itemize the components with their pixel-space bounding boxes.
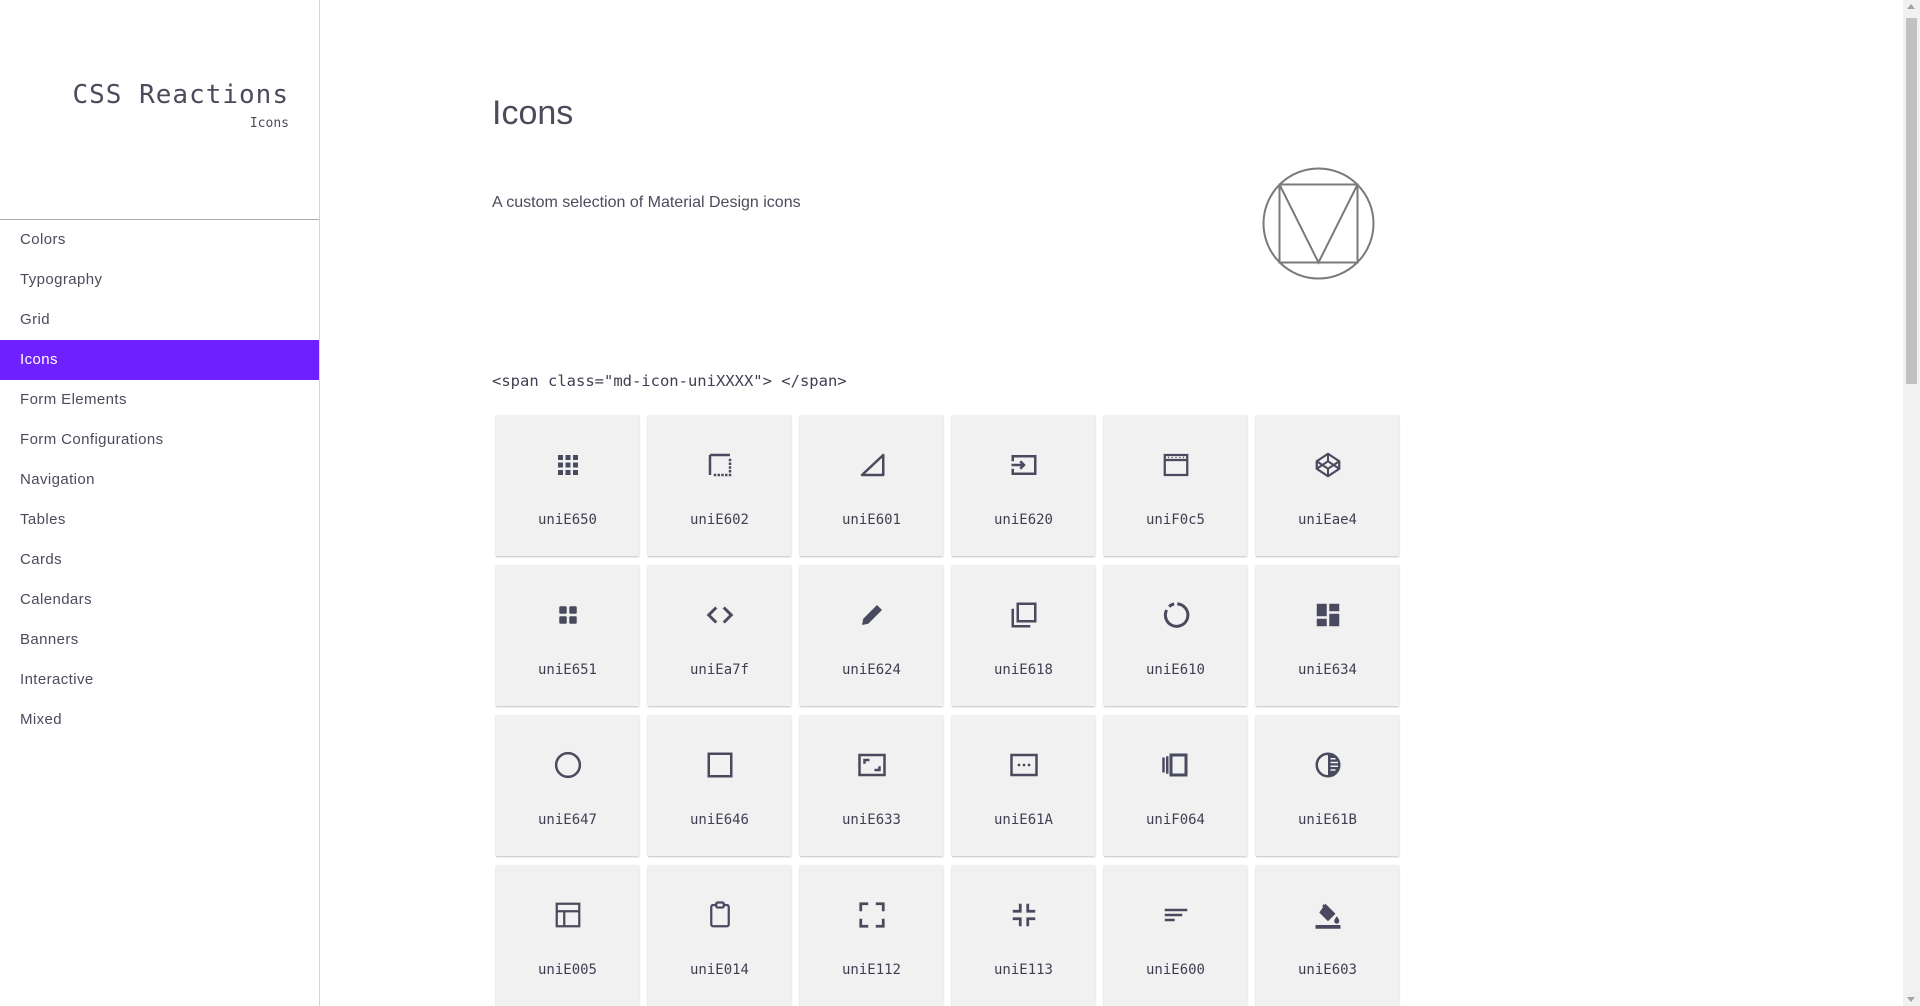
icon-tile-label: uniE602 [689,512,749,528]
icon-tile[interactable]: uniE112 [800,865,943,1006]
sidebar-item-navigation[interactable]: Navigation [0,460,319,500]
view-carousel-icon [1162,753,1188,777]
icon-tile[interactable]: uniE61A [952,715,1095,856]
icon-tile[interactable]: uniEa7f [648,565,791,706]
icon-tile[interactable]: uniF0c5 [1104,415,1247,556]
icon-tile-label: uniE647 [537,812,597,828]
icon-tile-label: uniE624 [841,662,901,678]
short-text-icon [1164,908,1188,922]
icon-tile-label: uniE600 [1145,962,1205,978]
icon-tile[interactable]: uniE61B [1256,715,1399,856]
dashboard-icon [1316,603,1340,627]
sidebar-item-calendars[interactable]: Calendars [0,580,319,620]
view-module-icon [559,606,577,624]
clipboard-icon [710,901,730,928]
circle-outline-icon [554,751,582,779]
sidebar-item-mixed[interactable]: Mixed [0,700,319,740]
icon-tile-label: uniE113 [993,962,1053,978]
icon-tile-label: uniE014 [689,962,749,978]
loading-ring-icon [1163,602,1190,628]
icon-tile-label: uniE651 [537,662,597,678]
icon-tile-label: uniE633 [841,812,901,828]
pencil-icon [862,605,882,625]
input-icon [1011,455,1037,475]
dots-box-icon [1010,753,1038,777]
scrollbar[interactable] [1903,0,1920,1006]
icon-tile-label: uniE601 [841,512,901,528]
icon-tile-label: uniF0c5 [1145,512,1205,528]
material-design-logo-icon [1262,167,1375,280]
icon-tile[interactable]: uniE005 [496,865,639,1006]
icon-tile[interactable]: uniE633 [800,715,943,856]
sidebar-item-colors[interactable]: Colors [0,220,319,260]
icon-tile[interactable]: uniE014 [648,865,791,1006]
scrollbar-thumb[interactable] [1906,18,1917,384]
browser-window-icon [1163,453,1189,477]
signal-triangle-icon [860,453,885,477]
layout-icon [555,902,581,928]
border-style-icon [708,453,732,477]
sidebar-item-banners[interactable]: Banners [0,620,319,660]
brand-subtitle: Icons [249,116,289,131]
code-icon [706,606,734,624]
codepen-icon [1315,452,1341,478]
sidebar-item-cards[interactable]: Cards [0,540,319,580]
icon-tile-label: uniEae4 [1297,512,1357,528]
sidebar-item-form-configurations[interactable]: Form Configurations [0,420,319,460]
icon-tile[interactable]: uniE603 [1256,865,1399,1006]
icon-tile-label: uniEa7f [689,662,749,678]
icon-tile-label: uniE618 [993,662,1053,678]
code-example: <span class="md-icon-uniXXXX"> </span> [492,372,847,390]
sidebar-nav: Colors Typography Grid Icons Form Elements Fo… [0,219,319,740]
scroll-down-arrow-icon[interactable] [1907,997,1915,1002]
fullscreen-icon [859,902,885,928]
sidebar-item-tables[interactable]: Tables [0,500,319,540]
icon-tile-label: uniE61B [1297,812,1357,828]
icon-tile-label: uniE646 [689,812,749,828]
icon-tile[interactable]: uniE647 [496,715,639,856]
aspect-ratio-icon [858,753,886,777]
icon-tile-label: uniE603 [1297,962,1357,978]
sidebar-item-grid[interactable]: Grid [0,300,319,340]
format-color-fill-icon [1315,903,1341,929]
icon-tile-label: uniE634 [1297,662,1357,678]
icon-tile-label: uniE112 [841,962,901,978]
icon-tile[interactable]: uniE610 [1104,565,1247,706]
icon-tile-label: uniF064 [1145,812,1205,828]
icon-tile-label: uniE005 [537,962,597,978]
square-outline-icon [707,752,733,778]
brand-title[interactable]: CSS Reactions [73,80,290,110]
icon-tile[interactable]: uniE620 [952,415,1095,556]
sidebar-item-form-elements[interactable]: Form Elements [0,380,319,420]
icon-tile[interactable]: uniE650 [496,415,639,556]
sidebar: CSS Reactions Icons Colors Typography Grid… [0,0,320,1006]
icon-tile[interactable]: uniE624 [800,565,943,706]
icon-tile[interactable]: uniE646 [648,715,791,856]
icon-tile[interactable]: uniE634 [1256,565,1399,706]
icon-tile[interactable]: uniEae4 [1256,415,1399,556]
page-title: Icons [492,94,574,132]
icon-tile[interactable]: uniF064 [1104,715,1247,856]
sidebar-item-interactive[interactable]: Interactive [0,660,319,700]
icon-tile-label: uniE650 [537,512,597,528]
page-description: A custom selection of Material Design ic… [492,194,801,211]
library-icon [1011,602,1037,628]
sidebar-item-icons[interactable]: Icons [0,340,319,380]
scroll-up-arrow-icon[interactable] [1907,4,1915,9]
fullscreen-exit-icon [1012,903,1036,927]
icon-grid: uniE650 uniE602 uniE601 uniE620 uniF0c5 uniEa… [496,415,1399,1006]
icon-tile[interactable]: uniE113 [952,865,1095,1006]
icon-tile[interactable]: uniE602 [648,415,791,556]
icon-tile-label: uniE610 [1145,662,1205,678]
icon-tile[interactable]: uniE618 [952,565,1095,706]
icon-tile[interactable]: uniE651 [496,565,639,706]
contrast-icon [1315,752,1341,778]
apps-grid-icon [558,455,578,475]
sidebar-item-typography[interactable]: Typography [0,260,319,300]
icon-tile[interactable]: uniE601 [800,415,943,556]
icon-tile-label: uniE61A [993,812,1053,828]
icon-tile-label: uniE620 [993,512,1053,528]
brand: CSS Reactions Icons [73,80,290,131]
icon-tile[interactable]: uniE600 [1104,865,1247,1006]
